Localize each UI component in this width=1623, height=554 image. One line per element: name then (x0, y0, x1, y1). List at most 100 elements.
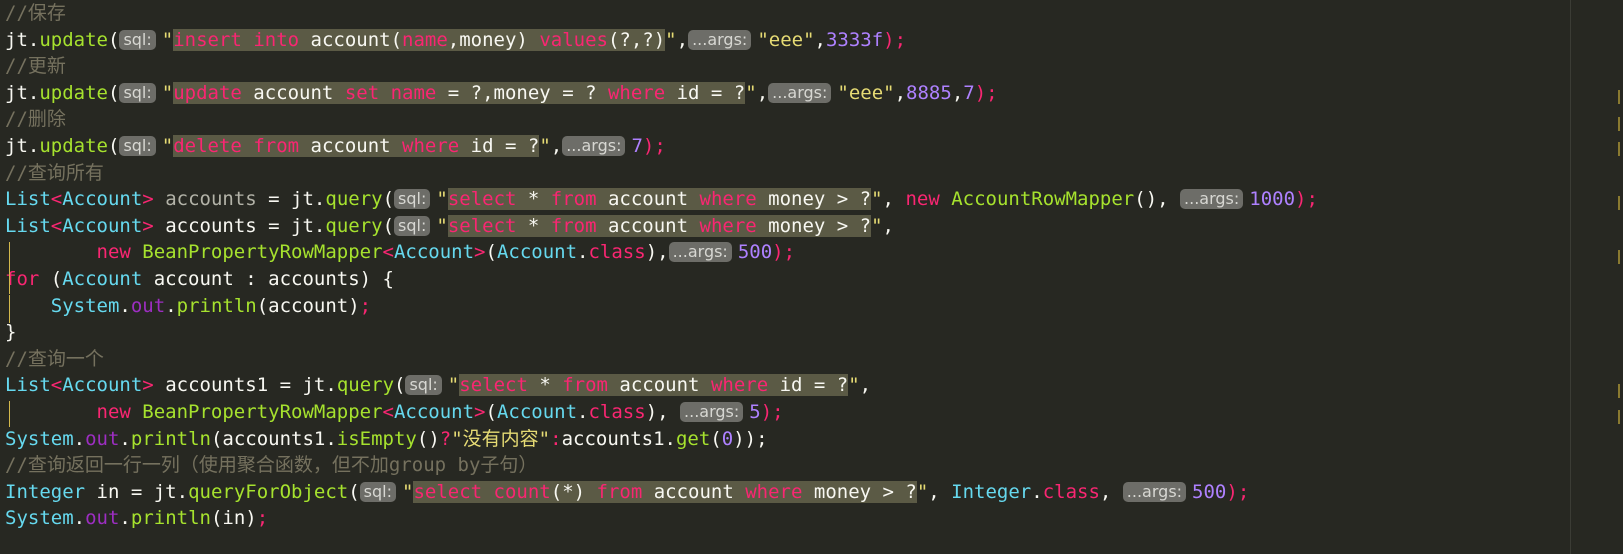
code-token: System (50, 294, 120, 317)
code-token: , (550, 135, 563, 157)
code-token: Account (62, 374, 143, 397)
code-line[interactable]: Integer in = jt.queryForObject(sql: "sele… (5, 479, 1249, 506)
code-token: account( (299, 28, 403, 51)
code-line[interactable]: List<Account> accounts = jt.query(sql: "s… (5, 213, 894, 240)
code-token: Account (496, 401, 578, 423)
code-token (379, 81, 391, 104)
param-hint: sql: (119, 136, 156, 156)
code-token: . (119, 507, 131, 530)
code-token: update (39, 81, 108, 104)
code-token: jt (302, 374, 326, 397)
code-token: account (596, 188, 700, 211)
code-line[interactable]: new BeanPropertyRowMapper<Account>(Accou… (5, 399, 784, 426)
code-token: (*) (550, 480, 597, 503)
code-token: Integer (951, 480, 1032, 503)
code-token: " (916, 480, 929, 503)
code-line[interactable]: } (5, 319, 16, 346)
code-token (241, 28, 254, 51)
code-token: 3333f (825, 28, 884, 51)
code-comment: //保存 (5, 2, 66, 24)
code-token: money > ? (756, 188, 872, 211)
code-token: where (699, 188, 757, 211)
code-token: out (85, 427, 120, 450)
scroll-marker (1618, 117, 1620, 131)
code-token: money > ? (802, 480, 917, 503)
code-token: } (5, 321, 17, 344)
code-token: ( (382, 214, 395, 237)
code-editor[interactable]: //保存 jt.update(sql: "insert into account(n… (0, 0, 1623, 554)
code-line[interactable]: //查询一个 (5, 346, 104, 373)
code-token: ( (394, 374, 406, 397)
code-line[interactable]: System.out.println(in); (5, 505, 268, 532)
code-line[interactable]: //查询所有 (5, 160, 104, 187)
code-line[interactable]: //查询返回一行一列（使用聚合函数，但不加group by子句） (5, 452, 537, 479)
code-token: < (382, 401, 394, 423)
code-token: . (577, 241, 589, 264)
code-token: from (550, 214, 597, 237)
scroll-marker (1618, 90, 1620, 104)
code-line[interactable]: System.out.println(accounts1.isEmpty()?"… (5, 426, 768, 453)
code-token: insert (173, 28, 242, 51)
code-token: . (119, 427, 131, 450)
code-token: List (5, 374, 51, 397)
code-comment: //更新 (5, 55, 66, 78)
code-token: " (402, 480, 414, 503)
code-token: ( (485, 241, 497, 264)
code-token: " (161, 135, 174, 157)
code-token: println (130, 507, 211, 530)
code-token: List (5, 214, 51, 237)
code-token: " (871, 188, 883, 211)
code-token: 8885 (906, 81, 952, 104)
code-token: ); (760, 401, 784, 423)
code-line[interactable]: //保存 (5, 0, 66, 27)
code-token: class (588, 401, 646, 423)
scroll-marker (1618, 384, 1620, 398)
code-token: System (5, 507, 74, 530)
code-token: class (1042, 480, 1100, 503)
code-line[interactable]: new BeanPropertyRowMapper<Account>(Accou… (5, 239, 796, 266)
code-line[interactable]: //删除 (5, 106, 66, 133)
code-token: update (39, 28, 108, 51)
param-hint: sql: (119, 82, 156, 103)
code-line[interactable]: for (Account account : accounts) { (5, 266, 394, 293)
param-hint: ...args: (1122, 481, 1187, 502)
code-line[interactable]: List<Account> accounts1 = jt.query(sql: "… (5, 372, 871, 399)
code-token: (), (1134, 188, 1181, 211)
code-token: " (161, 81, 174, 104)
code-token: query (325, 188, 383, 211)
code-line[interactable]: //更新 (5, 53, 66, 80)
code-comment: //删除 (5, 108, 66, 131)
code-token: ), (645, 401, 681, 423)
code-line[interactable]: jt.update(sql: "insert into account(name,… (5, 27, 906, 54)
code-token: new (905, 188, 940, 211)
code-token: 500 (1192, 480, 1227, 503)
code-token: AccountRowMapper (951, 188, 1135, 211)
code-token: > (474, 241, 486, 264)
code-token: query (325, 214, 383, 237)
code-token: . (325, 374, 337, 397)
code-token: accounts = (153, 214, 292, 237)
code-token: . (176, 480, 189, 503)
code-token: accounts1. (561, 427, 676, 450)
code-token: < (50, 214, 63, 237)
code-line[interactable]: jt.update(sql: "delete from account where… (5, 133, 666, 160)
code-token: values (539, 28, 608, 51)
code-token: Account (62, 268, 143, 290)
code-token: = (256, 188, 292, 211)
code-token: ,money) (447, 28, 540, 51)
code-token: ); (642, 135, 666, 157)
code-token: , (894, 81, 907, 104)
code-token: ); (974, 81, 998, 104)
param-hint: ...args: (768, 82, 832, 103)
code-token: . (165, 294, 177, 317)
code-line[interactable]: List<Account> accounts = jt.query(sql: "s… (5, 186, 1318, 213)
code-token: name (390, 81, 437, 104)
code-line[interactable]: jt.update(sql: "update account set name =… (5, 80, 998, 107)
code-token: . (73, 507, 86, 530)
code-token: " (161, 28, 174, 51)
code-token: account (596, 214, 700, 237)
code-line[interactable]: System.out.println(account); (5, 293, 371, 320)
code-token: ( (107, 135, 120, 157)
